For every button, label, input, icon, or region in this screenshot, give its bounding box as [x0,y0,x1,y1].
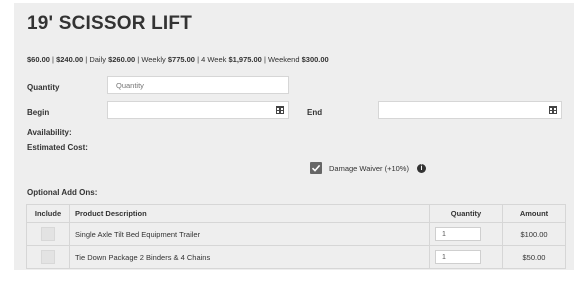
price-base: $60.00 [27,55,50,64]
include-checkbox[interactable] [41,250,55,264]
addons-heading: Optional Add Ons: [27,188,98,197]
amount-cell: $50.00 [502,245,566,269]
calendar-icon[interactable] [549,106,557,114]
amount-cell: $100.00 [502,222,566,246]
quantity-input[interactable] [107,76,289,94]
price-daily-label: | Daily [83,55,109,64]
col-include: Include [26,204,70,223]
damage-waiver-label: Damage Waiver (+10%) [329,164,409,173]
calendar-icon[interactable] [276,106,284,114]
price-list: $60.00 | $240.00 | Daily $260.00 | Weekl… [27,55,329,64]
product-panel: 19' SCISSOR LIFT $60.00 | $240.00 | Dail… [14,3,574,270]
addons-table: Include Product Description Quantity Amo… [26,204,566,269]
quantity-label: Quantity [27,83,60,92]
include-checkbox[interactable] [41,227,55,241]
end-label: End [307,108,323,117]
description-cell: Single Axle Tilt Bed Equipment Trailer [69,222,430,246]
addon-quantity-input[interactable] [435,250,481,264]
include-cell [26,245,70,269]
col-description: Product Description [69,204,430,223]
quantity-cell [429,245,503,269]
price-4week: $1,975.00 [228,55,262,64]
include-cell [26,222,70,246]
table-row: Tie Down Package 2 Binders & 4 Chains $5… [26,245,566,269]
damage-waiver-checkbox[interactable] [310,162,322,174]
addon-quantity-input[interactable] [435,227,481,241]
begin-label: Begin [27,108,50,117]
price-weekly: $775.00 [167,55,195,64]
price-daily: $260.00 [108,55,136,64]
availability-label: Availability: [27,128,72,137]
price-weekend: $300.00 [301,55,329,64]
table-row: Single Axle Tilt Bed Equipment Trailer $… [26,222,566,246]
estimated-cost-label: Estimated Cost: [27,143,88,152]
price-weekend-label: | Weekend [261,55,302,64]
check-icon [311,164,321,172]
col-quantity: Quantity [429,204,503,223]
info-icon[interactable]: i [417,164,426,173]
col-amount: Amount [502,204,566,223]
price-weekly-label: | Weekly [135,55,168,64]
product-title: 19' SCISSOR LIFT [27,13,193,34]
quantity-cell [429,222,503,246]
price-base-2: $240.00 [56,55,84,64]
price-4week-label: | 4 Week [194,55,229,64]
end-date-field[interactable] [378,101,562,119]
begin-date-field[interactable] [107,101,289,119]
table-header-row: Include Product Description Quantity Amo… [26,204,566,223]
description-cell: Tie Down Package 2 Binders & 4 Chains [69,245,430,269]
